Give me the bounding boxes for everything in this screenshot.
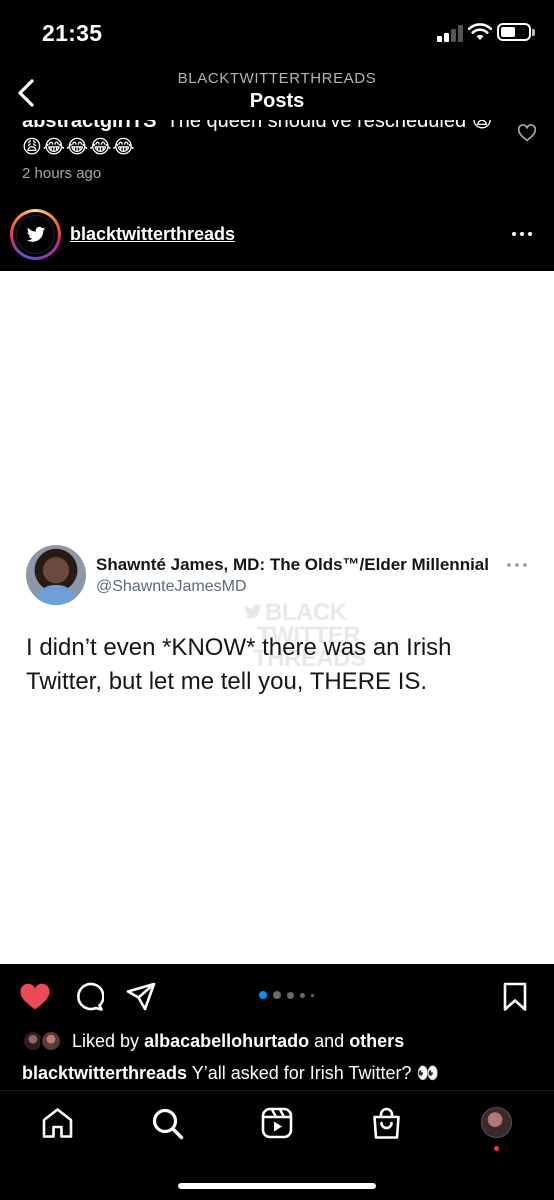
cellular-signal-icon: [437, 25, 463, 42]
comment-username[interactable]: abstractgirlTS: [22, 120, 156, 132]
status-bar: 21:35: [0, 0, 554, 64]
post-username[interactable]: blacktwitterthreads: [70, 224, 235, 245]
account-name-caps: BLACKTWITTERTHREADS: [177, 70, 377, 87]
post-image[interactable]: Shawnté James, MD: The Olds™/Elder Mille…: [0, 271, 554, 964]
wifi-icon: [468, 23, 492, 40]
post-caption: blacktwitterthreads Y’all asked for Iris…: [22, 1063, 439, 1084]
watermark-bird-icon: [244, 604, 262, 619]
heart-filled-icon[interactable]: [19, 982, 51, 1011]
tweet-text: I didn’t even *KNOW* there was an Irish …: [26, 634, 452, 695]
liker-username[interactable]: albacabellohurtado: [144, 1031, 309, 1051]
carousel-dot: [300, 992, 305, 998]
status-time: 21:35: [42, 20, 103, 46]
comment-emoji-line: 😩😂😂😂😂: [22, 137, 136, 158]
liked-others[interactable]: others: [349, 1031, 404, 1051]
comment-timestamp: 2 hours ago: [22, 165, 102, 182]
comment-text: The queen should've rescheduled 😩: [166, 120, 493, 132]
search-icon[interactable]: [151, 1107, 184, 1140]
comment-icon[interactable]: [74, 982, 104, 1012]
profile-avatar[interactable]: [481, 1107, 512, 1138]
shop-icon[interactable]: [371, 1107, 402, 1140]
liked-by-row[interactable]: Liked by albacabellohurtado and others: [0, 1030, 554, 1056]
caption-text: Y’all asked for Irish Twitter? 👀: [191, 1063, 439, 1083]
liked-by-text: Liked by albacabellohurtado and others: [72, 1031, 405, 1051]
previous-comment: abstractgirlTS The queen should've resche…: [0, 120, 554, 200]
avatar: [16, 215, 55, 254]
twitter-bird-icon: [26, 226, 46, 242]
post-actions: [0, 964, 554, 1030]
tweet-display-name: Shawnté James, MD: The Olds™/Elder Mille…: [96, 555, 489, 574]
page-title: Posts: [249, 90, 305, 112]
carousel-indicator: [259, 990, 329, 1000]
carousel-dot: [311, 993, 314, 997]
tweet-ellipsis-icon: [507, 563, 527, 567]
share-icon[interactable]: [126, 982, 156, 1011]
reels-icon[interactable]: [261, 1107, 293, 1139]
notification-dot: [494, 1146, 499, 1151]
home-icon[interactable]: [41, 1107, 74, 1139]
story-ring[interactable]: [10, 209, 61, 260]
carousel-dot: [287, 991, 294, 999]
bottom-tab-bar: [0, 1090, 554, 1200]
tweet-avatar: [26, 545, 86, 605]
carousel-dot: [273, 991, 281, 999]
nav-header: BLACKTWITTERTHREADS Posts: [0, 64, 554, 120]
comment-line: abstractgirlTS The queen should've resche…: [22, 120, 492, 133]
post-header: blacktwitterthreads: [0, 200, 554, 272]
bookmark-icon[interactable]: [502, 982, 528, 1012]
caption-username[interactable]: blacktwitterthreads: [22, 1063, 187, 1083]
ellipsis-icon[interactable]: [512, 232, 534, 238]
liker-avatar: [40, 1030, 62, 1052]
tweet-handle: @ShawnteJamesMD: [96, 578, 247, 595]
carousel-dot-active: [259, 991, 267, 999]
home-indicator: [178, 1183, 376, 1189]
battery-icon: [497, 23, 535, 41]
heart-outline-icon[interactable]: [517, 124, 537, 142]
